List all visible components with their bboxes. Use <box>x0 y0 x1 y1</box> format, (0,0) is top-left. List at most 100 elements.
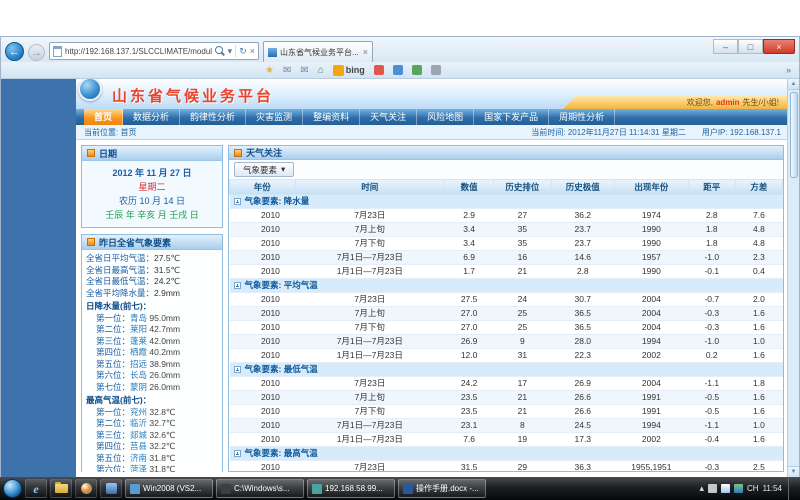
table-row[interactable]: 20101月1日—7月23日1.7212.81990-0.10.4 <box>230 265 783 279</box>
table-group-row[interactable]: 气象要素: 最低气温 <box>230 363 783 377</box>
expand-icon[interactable] <box>234 198 241 205</box>
explorer-taskbar-icon[interactable] <box>50 479 72 498</box>
rank-label: 第七位： <box>96 382 130 392</box>
app-taskbar-icon[interactable] <box>100 479 122 498</box>
table-cell: 2010 <box>246 209 295 223</box>
mail-send-icon[interactable]: ✉ <box>300 64 308 77</box>
stop-icon[interactable]: × <box>250 47 255 56</box>
search-dropdown-icon[interactable]: ▾ <box>228 47 233 56</box>
addon-red-icon[interactable] <box>374 65 384 75</box>
taskbar-button[interactable]: Win2008 (VS2... <box>125 479 213 498</box>
start-button[interactable] <box>3 479 22 498</box>
table-row[interactable]: 20107月下旬3.43523.719901.84.8 <box>230 237 783 251</box>
nav-item-0[interactable]: 首页 <box>84 109 123 125</box>
nav-item-3[interactable]: 灾害监测 <box>246 109 303 125</box>
scroll-down-icon[interactable]: ▼ <box>788 466 799 477</box>
media-player-icon <box>81 483 92 494</box>
table-row[interactable]: 20107月上旬3.43523.719901.84.8 <box>230 223 783 237</box>
table-row[interactable]: 20107月1日—7月23日6.91614.61957-1.02.3 <box>230 251 783 265</box>
language-indicator[interactable]: CH <box>747 484 759 493</box>
table-row[interactable]: 20107月23日2.92736.219742.87.6 <box>230 209 783 223</box>
expand-icon[interactable] <box>234 366 241 373</box>
addon-green-icon[interactable] <box>412 65 422 75</box>
action-center-icon[interactable] <box>734 484 743 493</box>
table-cell: 27.0 <box>445 307 494 321</box>
table-row[interactable]: 20107月下旬27.02536.52004-0.31.6 <box>230 321 783 335</box>
bing-logo[interactable]: bing <box>333 64 365 77</box>
media-player-taskbar-icon[interactable] <box>75 479 97 498</box>
search-icon[interactable] <box>215 46 225 56</box>
home-icon[interactable]: ⌂ <box>318 64 324 77</box>
nav-item-2[interactable]: 韵律性分析 <box>180 109 246 125</box>
table-row[interactable]: 20107月上旬27.02536.52004-0.31.6 <box>230 307 783 321</box>
nav-item-7[interactable]: 国家下发产品 <box>474 109 549 125</box>
table-cell: 30.7 <box>551 293 614 307</box>
nav-item-8[interactable]: 周期性分析 <box>549 109 615 125</box>
breadcrumb[interactable]: 当前位置: 首页 <box>84 127 136 138</box>
browser-tab[interactable]: 山东省气候业务平台... × <box>263 41 373 62</box>
forward-button[interactable]: → <box>28 44 45 61</box>
tray-app-icon[interactable] <box>708 484 717 493</box>
site-logo-badge-icon[interactable] <box>78 79 102 101</box>
table-row[interactable]: 20107月23日31.52936.31955,1951-0.32.5 <box>230 461 783 473</box>
nav-item-1[interactable]: 数据分析 <box>123 109 180 125</box>
favorites-star-icon[interactable]: ★ <box>265 64 274 77</box>
address-bar[interactable]: http://192.168.137.1/SLCCLIMATE/modules/… <box>49 42 259 60</box>
back-button[interactable]: ← <box>5 42 24 61</box>
table-cell: 29 <box>494 461 551 473</box>
summary-value: 31.5℃ <box>154 265 180 275</box>
table-row[interactable]: 20101月1日—7月23日12.03122.320020.21.6 <box>230 349 783 363</box>
table-row[interactable]: 20101月1日—7月23日7.61917.32002-0.41.6 <box>230 433 783 447</box>
table-cell: 36.2 <box>551 209 614 223</box>
weather-focus-panel: 天气关注 气象要素 ▾ <box>228 145 784 472</box>
maximize-button[interactable]: □ <box>738 39 763 54</box>
nav-item-4[interactable]: 整编资料 <box>303 109 360 125</box>
table-cell: 36.3 <box>551 461 614 473</box>
clock[interactable]: 11:54 <box>763 484 782 493</box>
refresh-icon[interactable]: ↻ <box>239 47 247 56</box>
table-group-row[interactable]: 气象要素: 最高气温 <box>230 447 783 461</box>
station-name: 郯城 <box>130 430 149 440</box>
yesterday-panel-title: 昨日全省气象要素 <box>99 236 171 249</box>
tab-close-icon[interactable]: × <box>363 47 368 57</box>
mail-icon[interactable]: ✉ <box>283 64 291 77</box>
nav-item-5[interactable]: 天气关注 <box>360 109 417 125</box>
rank-label: 第六位： <box>96 370 130 380</box>
network-icon[interactable] <box>721 484 730 493</box>
table-row[interactable]: 20107月23日24.21726.92004-1.11.8 <box>230 377 783 391</box>
status-right: 当前时间: 2012年11月27日 11:14:31 星期二 用户IP: 192… <box>531 127 781 138</box>
show-desktop-button[interactable] <box>788 477 795 500</box>
nav-item-6[interactable]: 风险地图 <box>417 109 474 125</box>
command-overflow-icon[interactable]: » <box>786 66 791 75</box>
ie-taskbar-icon[interactable]: e <box>25 479 47 498</box>
table-row[interactable]: 20107月1日—7月23日23.1824.51994-1.11.0 <box>230 419 783 433</box>
table-row[interactable]: 20107月上旬23.52126.61991-0.51.6 <box>230 391 783 405</box>
table-row[interactable]: 20107月23日27.52430.72004-0.72.0 <box>230 293 783 307</box>
addon-blue-icon[interactable] <box>393 65 403 75</box>
page-scrollbar[interactable]: ▲ ▼ <box>787 79 799 477</box>
minimize-button[interactable]: – <box>713 39 738 54</box>
close-button[interactable]: × <box>763 39 795 54</box>
scroll-up-icon[interactable]: ▲ <box>788 79 799 90</box>
taskbar-button[interactable]: 操作手册.docx -... <box>398 479 486 498</box>
expand-icon[interactable] <box>234 450 241 457</box>
expand-icon[interactable] <box>234 282 241 289</box>
rank-item: 第五位：济南 31.8℃ <box>86 453 218 465</box>
table-cell: 23.5 <box>445 405 494 419</box>
addon-gray-icon[interactable] <box>431 65 441 75</box>
table-group-row[interactable]: 气象要素: 平均气温 <box>230 279 783 293</box>
table-group-row[interactable]: 气象要素: 降水量 <box>230 195 783 209</box>
scrollbar-thumb[interactable] <box>790 92 798 178</box>
panel-icon <box>234 149 242 157</box>
table-cell: 6.9 <box>445 251 494 265</box>
table-row[interactable]: 20107月下旬23.52126.61991-0.51.6 <box>230 405 783 419</box>
row-indent-cell <box>230 419 246 433</box>
table-cell: 1.6 <box>735 433 782 447</box>
tray-up-icon[interactable]: ▴ <box>699 484 704 493</box>
taskbar-button[interactable]: 192.168.58.99... <box>307 479 395 498</box>
url-text[interactable]: http://192.168.137.1/SLCCLIMATE/modules/… <box>65 47 212 56</box>
element-filter-button[interactable]: 气象要素 ▾ <box>234 162 294 177</box>
taskbar-button[interactable]: C:\Windows\s... <box>216 479 304 498</box>
table-row[interactable]: 20107月1日—7月23日26.9928.01994-1.01.0 <box>230 335 783 349</box>
row-indent-cell <box>230 321 246 335</box>
